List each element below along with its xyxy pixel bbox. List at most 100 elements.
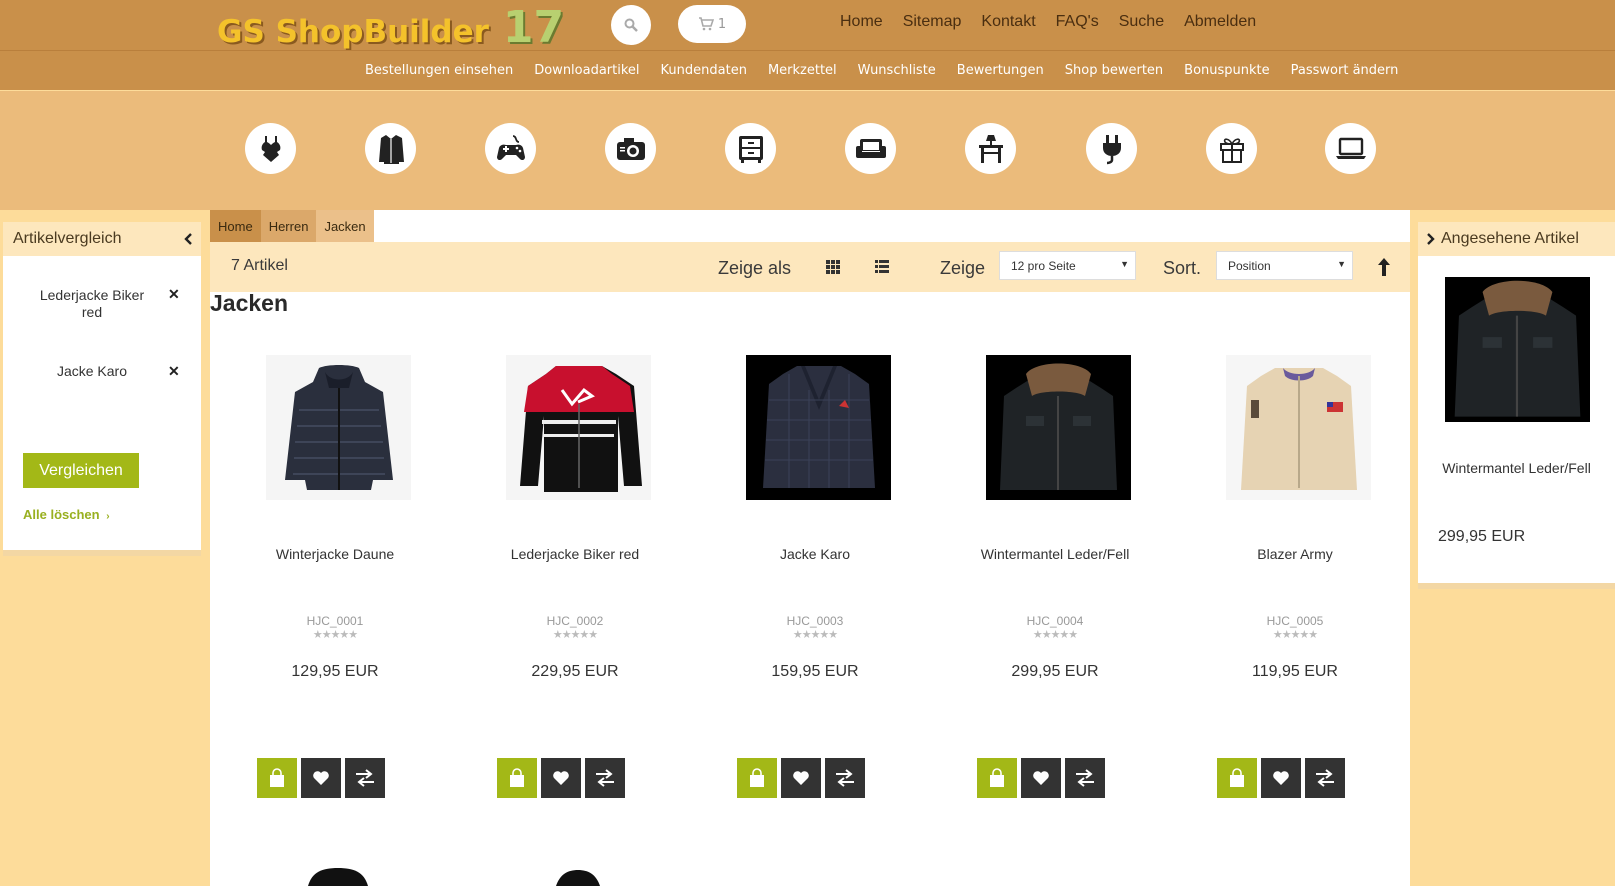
product-name[interactable]: Winterjacke Daune <box>247 546 423 563</box>
add-to-wishlist-button[interactable] <box>1021 758 1061 798</box>
compare-header[interactable]: Artikelvergleich <box>3 222 201 256</box>
sort-value: Position <box>1228 258 1271 273</box>
category-gifts[interactable] <box>1206 123 1257 174</box>
account-nav: Bestellungen einsehen Downloadartikel Ku… <box>365 50 1419 90</box>
add-to-compare-button[interactable] <box>585 758 625 798</box>
compare-arrows-icon <box>356 769 374 787</box>
subnav-downloadartikel[interactable]: Downloadartikel <box>534 63 639 78</box>
add-to-compare-button[interactable] <box>1065 758 1105 798</box>
breadcrumb-jacken: Jacken <box>316 210 374 242</box>
rating-stars-icon: ★★★★★ <box>1032 628 1078 641</box>
logo[interactable]: GS ShopBuilder 17 <box>217 2 564 53</box>
product-image[interactable] <box>986 355 1131 500</box>
add-to-compare-button[interactable] <box>1305 758 1345 798</box>
laptop-icon <box>1335 137 1366 159</box>
product-actions <box>1217 758 1345 798</box>
add-to-wishlist-button[interactable] <box>781 758 821 798</box>
sort-direction-icon[interactable] <box>1377 257 1391 277</box>
nav-sitemap[interactable]: Sitemap <box>903 13 962 31</box>
recently-viewed-title: Angesehene Artikel <box>1441 230 1579 247</box>
search-button[interactable] <box>611 5 651 45</box>
clear-all-label: Alle löschen <box>23 507 100 522</box>
subnav-passwort[interactable]: Passwort ändern <box>1291 63 1399 78</box>
chevron-right-icon[interactable] <box>1426 233 1435 245</box>
add-to-wishlist-button[interactable] <box>1261 758 1301 798</box>
category-furniture-dresser[interactable] <box>725 123 776 174</box>
recently-viewed-sidebar: Angesehene Artikel Wintermantel Leder/Fe… <box>1418 222 1615 589</box>
camera-icon <box>616 137 645 160</box>
add-to-cart-button[interactable] <box>977 758 1017 798</box>
category-electrical[interactable] <box>1086 123 1137 174</box>
breadcrumb-herren[interactable]: Herren <box>260 210 317 242</box>
nav-home[interactable]: Home <box>840 13 883 31</box>
nav-faq[interactable]: FAQ's <box>1056 13 1099 31</box>
breadcrumb-home[interactable]: Home <box>210 210 261 242</box>
subnav-shop-bewerten[interactable]: Shop bewerten <box>1065 63 1163 78</box>
category-computers[interactable] <box>1325 123 1376 174</box>
compare-item-name[interactable]: Lederjacke Biker red <box>28 287 156 321</box>
category-games[interactable] <box>485 123 536 174</box>
grid-view-icon[interactable] <box>825 259 841 275</box>
subnav-bestellungen[interactable]: Bestellungen einsehen <box>365 63 513 78</box>
product-name[interactable]: Lederjacke Biker red <box>487 546 663 563</box>
puffer-jacket-image <box>284 364 393 490</box>
recently-viewed-name[interactable]: Wintermantel Leder/Fell <box>1418 460 1615 477</box>
category-coats[interactable] <box>365 123 416 174</box>
compare-title: Artikelvergleich <box>13 230 122 247</box>
heart-icon <box>553 771 569 785</box>
product-image[interactable] <box>506 866 651 886</box>
product-name[interactable]: Wintermantel Leder/Fell <box>967 546 1143 563</box>
sort-label: Sort. <box>1163 258 1202 278</box>
product-image[interactable] <box>266 866 411 886</box>
remove-compare-icon[interactable]: ✕ <box>168 286 180 303</box>
add-to-compare-button[interactable] <box>825 758 865 798</box>
top-nav: Home Sitemap Kontakt FAQ's Suche Abmelde… <box>840 0 1276 44</box>
compare-item-name[interactable]: Jacke Karo <box>28 363 156 380</box>
remove-compare-icon[interactable]: ✕ <box>168 363 180 380</box>
product-image[interactable] <box>1226 355 1371 500</box>
shopping-bag-icon <box>990 768 1004 787</box>
recently-viewed-image[interactable] <box>1445 277 1590 422</box>
nav-kontakt[interactable]: Kontakt <box>981 13 1035 31</box>
category-lamp-table[interactable] <box>965 123 1016 174</box>
add-to-compare-button[interactable] <box>345 758 385 798</box>
compare-arrows-icon <box>596 769 614 787</box>
sort-select[interactable]: Position ▼ <box>1216 251 1353 280</box>
chevron-left-icon[interactable] <box>184 233 193 245</box>
recently-viewed-header[interactable]: Angesehene Artikel <box>1418 222 1615 256</box>
add-to-cart-button[interactable] <box>497 758 537 798</box>
subnav-bonuspunkte[interactable]: Bonuspunkte <box>1184 63 1269 78</box>
add-to-wishlist-button[interactable] <box>301 758 341 798</box>
compare-button[interactable]: Vergleichen <box>23 453 139 488</box>
recently-viewed-price: 299,95 EUR <box>1438 528 1526 545</box>
category-cameras[interactable] <box>605 123 656 174</box>
per-page-select[interactable]: 12 pro Seite ▼ <box>999 251 1136 280</box>
product-image[interactable] <box>266 355 411 500</box>
rating-stars-icon: ★★★★★ <box>312 628 358 641</box>
product-name[interactable]: Jacke Karo <box>727 546 903 563</box>
subnav-wunschliste[interactable]: Wunschliste <box>858 63 936 78</box>
product-actions <box>257 758 385 798</box>
plaid-jacket-image <box>762 366 875 488</box>
category-lingerie[interactable] <box>245 123 296 174</box>
nav-abmelden[interactable]: Abmelden <box>1184 13 1256 31</box>
product-actions <box>737 758 865 798</box>
product-name[interactable]: Blazer Army <box>1207 546 1383 563</box>
product-image[interactable] <box>746 355 891 500</box>
subnav-kundendaten[interactable]: Kundendaten <box>661 63 747 78</box>
add-to-cart-button[interactable] <box>257 758 297 798</box>
add-to-cart-button[interactable] <box>1217 758 1257 798</box>
category-sofa[interactable] <box>845 123 896 174</box>
cart-button[interactable]: 1 <box>678 5 746 43</box>
list-view-icon[interactable] <box>874 259 890 275</box>
clear-all-link[interactable]: Alle löschen › <box>23 507 110 522</box>
add-to-wishlist-button[interactable] <box>541 758 581 798</box>
compare-arrows-icon <box>836 769 854 787</box>
compare-arrows-icon <box>1076 769 1094 787</box>
gamepad-icon <box>496 134 525 160</box>
subnav-bewertungen[interactable]: Bewertungen <box>957 63 1044 78</box>
subnav-merkzettel[interactable]: Merkzettel <box>768 63 837 78</box>
product-image[interactable] <box>506 355 651 500</box>
nav-suche[interactable]: Suche <box>1119 13 1164 31</box>
add-to-cart-button[interactable] <box>737 758 777 798</box>
